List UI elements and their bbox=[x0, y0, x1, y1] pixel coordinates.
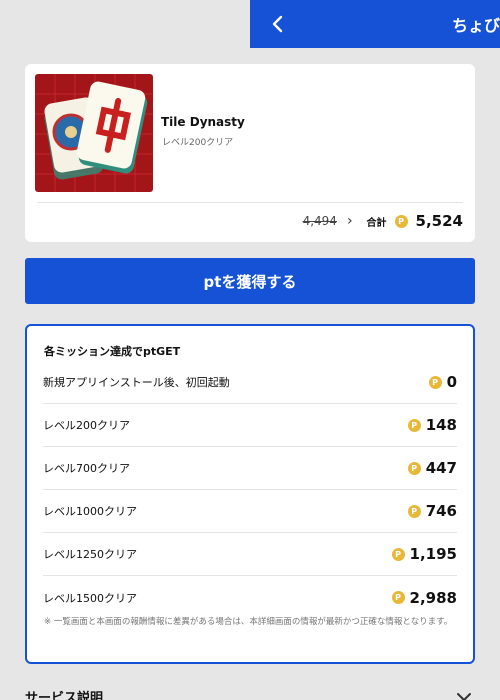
old-price: 4,494 bbox=[302, 214, 337, 228]
divider bbox=[37, 202, 463, 203]
total-label: 合計 bbox=[366, 217, 387, 229]
point-coin-icon: P bbox=[391, 547, 405, 561]
mission-points: 0 bbox=[446, 373, 457, 391]
get-points-button[interactable]: ptを獲得する bbox=[25, 258, 475, 304]
header-bar: ちょび bbox=[250, 0, 500, 48]
disclaimer-note: ※ 一覧画面と本画面の報酬情報に差異がある場合は、本詳細画面の情報が最新かつ正確… bbox=[44, 617, 453, 627]
mission-label: レベル1500クリア bbox=[43, 591, 137, 605]
app-card: Tile Dynasty レベル200クリア 4,494 › 合計 P 5,52… bbox=[25, 64, 475, 242]
service-description-heading[interactable]: サービス説明 bbox=[25, 687, 103, 700]
chevron-left-icon bbox=[272, 15, 283, 33]
mission-label: レベル1250クリア bbox=[43, 548, 137, 561]
mission-label: レベル700クリア bbox=[43, 462, 130, 475]
mission-points: 746 bbox=[425, 502, 457, 520]
mission-row: レベル200クリア P 148 bbox=[43, 404, 457, 447]
app-subtitle: レベル200クリア bbox=[162, 138, 234, 148]
point-coin-icon: P bbox=[407, 461, 421, 475]
app-name: Tile Dynasty bbox=[161, 115, 245, 129]
header-title: ちょび bbox=[452, 16, 500, 35]
missions-panel: 各ミッション達成でptGET 新規アプリインストール後、初回起動 P0 レベル2… bbox=[25, 324, 475, 664]
chevron-right-icon: › bbox=[346, 213, 353, 229]
mission-label: レベル200クリア bbox=[43, 419, 130, 432]
point-coin-icon: P bbox=[407, 418, 421, 432]
mission-points: 1,195 bbox=[409, 545, 457, 563]
mission-row: レベル700クリア P 447 bbox=[43, 447, 457, 490]
point-coin-icon: P bbox=[407, 504, 421, 518]
total-value: 5,524 bbox=[415, 212, 463, 230]
app-icon bbox=[35, 74, 153, 192]
mission-row: レベル1000クリア P 746 bbox=[43, 490, 457, 533]
point-coin-icon: P bbox=[391, 591, 405, 604]
mission-label: 新規アプリインストール後、初回起動 bbox=[43, 376, 230, 389]
mission-points: 447 bbox=[425, 459, 457, 477]
mission-label: レベル1000クリア bbox=[43, 505, 137, 518]
mission-points: 2,988 bbox=[409, 588, 457, 607]
point-coin-icon: P bbox=[428, 375, 442, 389]
price-row[interactable]: 4,494 › 合計 P 5,524 bbox=[303, 212, 463, 230]
mission-points: 148 bbox=[425, 416, 457, 434]
back-button[interactable] bbox=[264, 10, 292, 38]
chevron-down-icon[interactable] bbox=[455, 690, 473, 700]
point-coin-icon: P bbox=[394, 214, 408, 228]
missions-title: 各ミッション達成でptGET bbox=[44, 345, 181, 358]
mission-row: レベル1500クリア P 2,988 bbox=[43, 576, 457, 619]
mission-row: 新規アプリインストール後、初回起動 P0 bbox=[43, 361, 457, 404]
mission-row: レベル1250クリア P 1,195 bbox=[43, 533, 457, 576]
